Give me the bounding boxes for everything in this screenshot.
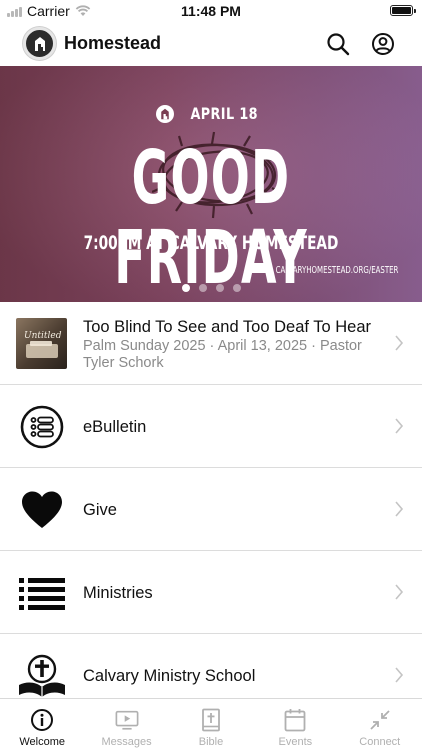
list-item-give[interactable]: Give <box>0 468 422 551</box>
list-icon <box>18 577 65 610</box>
list-item-ministries[interactable]: Ministries <box>0 551 422 634</box>
battery-icon <box>390 5 416 16</box>
content-list: Untitled Too Blind To See and Too Deaf T… <box>0 302 422 698</box>
profile-button[interactable] <box>370 31 396 57</box>
bible-cross-icon <box>18 654 65 697</box>
chevron-right-icon <box>395 501 404 517</box>
tab-connect[interactable]: Connect <box>338 699 422 750</box>
list-item-title: Ministries <box>83 584 153 602</box>
church-logo-icon <box>155 104 174 123</box>
tab-label: Bible <box>198 736 224 748</box>
chevron-right-icon <box>395 667 404 683</box>
carousel-dot[interactable] <box>181 284 190 292</box>
calendar-icon <box>283 708 307 732</box>
tab-welcome[interactable]: Welcome <box>0 699 84 750</box>
video-play-icon <box>115 708 139 732</box>
list-item-ebulletin[interactable]: eBulletin <box>0 385 422 468</box>
give-icon-tile <box>16 484 67 535</box>
carousel-dot[interactable] <box>198 284 207 292</box>
tab-bar: Welcome Messages Bible Events Connect <box>0 698 422 750</box>
search-button[interactable] <box>325 31 351 57</box>
tab-bible[interactable]: Bible <box>169 699 253 750</box>
status-time: 11:48 PM <box>181 3 241 19</box>
bible-icon <box>199 708 223 732</box>
app-header: Homestead <box>0 22 422 66</box>
tab-label: Events <box>278 736 313 748</box>
banner-subtitle: 7:00PM AT CALVARY HOMESTEAD <box>83 232 339 254</box>
tab-label: Connect <box>359 736 401 748</box>
ministries-icon-tile <box>16 567 67 618</box>
list-item-subtitle: Palm Sunday 2025 · April 13, 2025 · Past… <box>83 338 362 371</box>
carousel-dots[interactable] <box>0 284 422 292</box>
banner-date-row: APRIL 18 <box>0 104 422 123</box>
heart-icon <box>21 491 62 528</box>
ministry-school-icon-tile <box>16 650 67 698</box>
banner-url: CALVARYHOMESTEAD.ORG/EASTER <box>275 265 398 276</box>
chevron-right-icon <box>395 335 404 351</box>
search-icon <box>327 33 350 56</box>
bulletin-list-icon <box>20 405 63 448</box>
tab-messages[interactable]: Messages <box>84 699 168 750</box>
thumbnail-text: Untitled <box>24 331 62 341</box>
chevron-right-icon <box>395 584 404 600</box>
compress-arrows-icon <box>368 708 392 732</box>
ebulletin-icon-tile <box>16 401 67 452</box>
promo-banner[interactable]: APRIL 18 GOOD FRIDAY 7:00PM AT CALVARY H… <box>0 66 422 302</box>
chevron-right-icon <box>395 418 404 434</box>
sermon-thumbnail-image: Untitled <box>24 331 62 358</box>
list-item-ministry-school[interactable]: Calvary Ministry School <box>0 634 422 698</box>
list-item-title: Too Blind To See and Too Deaf To Hear <box>83 318 372 336</box>
carousel-dot[interactable] <box>232 284 241 292</box>
carousel-dot[interactable] <box>215 284 224 292</box>
list-item-title: Give <box>83 501 117 519</box>
status-bar: Carrier 11:48 PM <box>0 0 422 22</box>
app-logo[interactable] <box>23 27 56 60</box>
list-item-latest-message[interactable]: Untitled Too Blind To See and Too Deaf T… <box>0 302 422 385</box>
app-title: Homestead <box>64 33 162 53</box>
tab-label: Welcome <box>19 736 66 748</box>
tab-label: Messages <box>101 736 152 748</box>
message-thumbnail: Untitled <box>16 318 67 369</box>
homestead-logo-icon <box>34 36 45 51</box>
account-icon <box>372 33 394 55</box>
tab-events[interactable]: Events <box>253 699 337 750</box>
list-item-title: eBulletin <box>83 418 147 436</box>
list-item-title: Calvary Ministry School <box>83 667 256 685</box>
info-icon <box>30 708 54 732</box>
banner-date: APRIL 18 <box>190 104 258 123</box>
